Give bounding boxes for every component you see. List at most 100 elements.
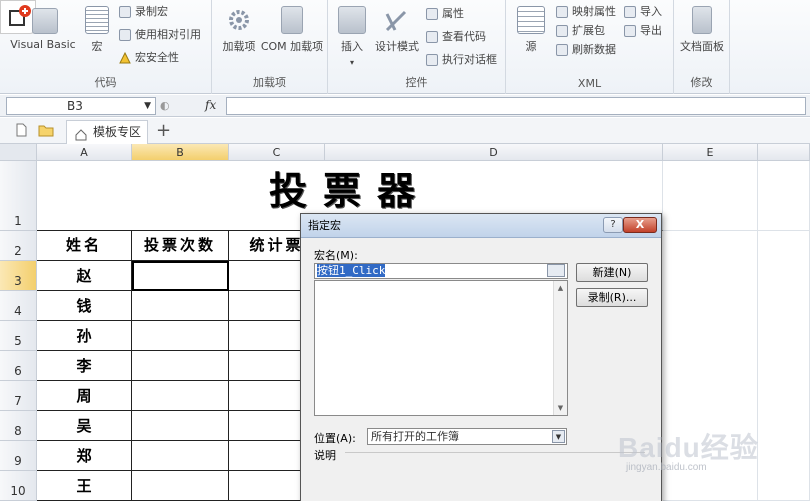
- map-properties-button[interactable]: 映射属性: [556, 4, 616, 20]
- new-document-icon[interactable]: [14, 123, 28, 137]
- name-cell[interactable]: 吴: [37, 411, 132, 441]
- cell-e1[interactable]: [663, 161, 758, 231]
- column-header-f[interactable]: [758, 144, 810, 161]
- controls-group-label: 控件: [405, 76, 428, 89]
- votes-cell[interactable]: [132, 471, 229, 501]
- column-header-c[interactable]: C: [229, 144, 325, 161]
- name-cell[interactable]: 孙: [37, 321, 132, 351]
- document-panel-button[interactable]: 文档面板: [676, 6, 728, 54]
- insert-function-icon[interactable]: fx: [205, 98, 216, 112]
- name-cell[interactable]: 李: [37, 351, 132, 381]
- view-code-icon: [426, 31, 438, 43]
- name-cell[interactable]: 周: [37, 381, 132, 411]
- macro-security-button[interactable]: 宏安全性: [119, 50, 179, 66]
- header-votes[interactable]: 投票次数: [132, 231, 229, 261]
- refresh-data-button[interactable]: 刷新数据: [556, 42, 616, 58]
- add-tab-button[interactable]: +: [156, 120, 171, 142]
- record-macro-dialog-button[interactable]: 录制(R)...: [576, 288, 648, 307]
- help-button[interactable]: ?: [603, 217, 623, 233]
- view-code-button[interactable]: 查看代码: [426, 29, 486, 45]
- select-all-corner[interactable]: [0, 144, 37, 161]
- design-mode-button[interactable]: 设计模式: [372, 6, 422, 54]
- folder-icon[interactable]: [38, 123, 54, 137]
- run-dialog-icon: [426, 54, 438, 66]
- votes-cell[interactable]: [132, 291, 229, 321]
- votes-cell[interactable]: [132, 351, 229, 381]
- com-addins-button[interactable]: COM 加载项: [258, 6, 326, 54]
- column-header-e[interactable]: E: [663, 144, 758, 161]
- tab-templates[interactable]: 模板专区: [66, 120, 148, 144]
- name-cell[interactable]: 钱: [37, 291, 132, 321]
- votes-cell[interactable]: [132, 441, 229, 471]
- xml-source-button[interactable]: 源: [514, 6, 548, 54]
- relative-reference-button[interactable]: 使用相对引用: [119, 27, 201, 43]
- modify-group: 文档面板 修改: [674, 0, 730, 94]
- new-macro-button[interactable]: 新建(N): [576, 263, 648, 282]
- row-header-10[interactable]: 10: [0, 471, 37, 501]
- design-mode-icon: [383, 6, 411, 34]
- row-header-4[interactable]: 4: [0, 291, 37, 321]
- row-header-3[interactable]: 3: [0, 261, 37, 291]
- row-header-9[interactable]: 9: [0, 441, 37, 471]
- scroll-up-icon[interactable]: ▲: [554, 282, 567, 294]
- insert-control-button[interactable]: 插入 ▾: [334, 6, 370, 67]
- column-header-d[interactable]: D: [325, 144, 663, 161]
- macros-icon: [85, 6, 109, 34]
- column-header-a[interactable]: A: [37, 144, 132, 161]
- assign-macro-dialog: 指定宏 ? X 宏名(M): 按钮1_Click ▲ ▼ 新建(N) 录制(R)…: [300, 213, 662, 501]
- chevron-down-icon: ▾: [349, 58, 354, 67]
- modify-group-label: 修改: [690, 76, 713, 89]
- gear-icon: [225, 6, 253, 34]
- expansion-packs-button[interactable]: 扩展包: [556, 23, 605, 39]
- excel-window: Visual Basic 宏 录制宏 使用相对引用 宏安全性 代码 加载项 CO…: [0, 0, 810, 501]
- votes-cell[interactable]: [132, 381, 229, 411]
- votes-cell[interactable]: [132, 411, 229, 441]
- visual-basic-button[interactable]: Visual Basic: [8, 8, 78, 51]
- name-cell[interactable]: 郑: [37, 441, 132, 471]
- row-header-2[interactable]: 2: [0, 231, 37, 261]
- header-name[interactable]: 姓名: [37, 231, 132, 261]
- chevron-down-icon[interactable]: ▼: [144, 98, 151, 114]
- name-box[interactable]: B3 ▼: [6, 97, 156, 115]
- dialog-title: 指定宏: [308, 219, 341, 232]
- watermark-url: jingyan.baidu.com: [626, 462, 707, 473]
- addins-group: 加载项 COM 加载项 加载项: [212, 0, 328, 94]
- toolbox-icon: [338, 6, 366, 34]
- row-header-6[interactable]: 6: [0, 351, 37, 381]
- row-header-5[interactable]: 5: [0, 321, 37, 351]
- visual-basic-icon: [32, 8, 58, 34]
- macro-list[interactable]: ▲ ▼: [314, 280, 568, 416]
- macro-list-scrollbar[interactable]: ▲ ▼: [553, 281, 567, 415]
- cell-f1[interactable]: [758, 161, 810, 231]
- row-header-7[interactable]: 7: [0, 381, 37, 411]
- run-dialog-button[interactable]: 执行对话框: [426, 52, 497, 68]
- macro-name-input[interactable]: 按钮1_Click: [314, 263, 568, 279]
- addins-button[interactable]: 加载项: [216, 6, 262, 54]
- code-group: Visual Basic 宏 录制宏 使用相对引用 宏安全性 代码: [0, 0, 212, 94]
- com-addins-icon: [281, 6, 303, 34]
- record-macro-button[interactable]: 录制宏: [119, 4, 168, 20]
- close-button[interactable]: X: [623, 217, 657, 233]
- row-header-1[interactable]: 1: [0, 161, 37, 231]
- location-select[interactable]: 所有打开的工作簿 ▼: [367, 428, 567, 445]
- properties-button[interactable]: 属性: [426, 6, 464, 22]
- xml-export-button[interactable]: 导出: [624, 23, 662, 39]
- warning-icon: [119, 51, 131, 64]
- votes-cell[interactable]: [132, 321, 229, 351]
- active-cell-b3[interactable]: [132, 261, 229, 291]
- column-header-b[interactable]: B: [132, 144, 229, 161]
- name-cell[interactable]: 赵: [37, 261, 132, 291]
- record-macro-icon: [119, 6, 131, 18]
- developer-ribbon: Visual Basic 宏 录制宏 使用相对引用 宏安全性 代码 加载项 CO…: [0, 0, 810, 94]
- macros-button[interactable]: 宏: [80, 6, 114, 54]
- formula-input[interactable]: [226, 97, 806, 115]
- chevron-down-icon[interactable]: ▼: [552, 430, 565, 443]
- xml-import-button[interactable]: 导入: [624, 4, 662, 20]
- controls-group: 插入 ▾ 设计模式 属性 查看代码 执行对话框 控件: [328, 0, 506, 94]
- cancel-entry-icon[interactable]: ◐: [160, 99, 170, 112]
- name-cell[interactable]: 王: [37, 471, 132, 501]
- row-header-8[interactable]: 8: [0, 411, 37, 441]
- relative-reference-icon: [119, 29, 131, 41]
- collapse-dialog-icon[interactable]: [547, 264, 565, 277]
- scroll-down-icon[interactable]: ▼: [554, 402, 567, 414]
